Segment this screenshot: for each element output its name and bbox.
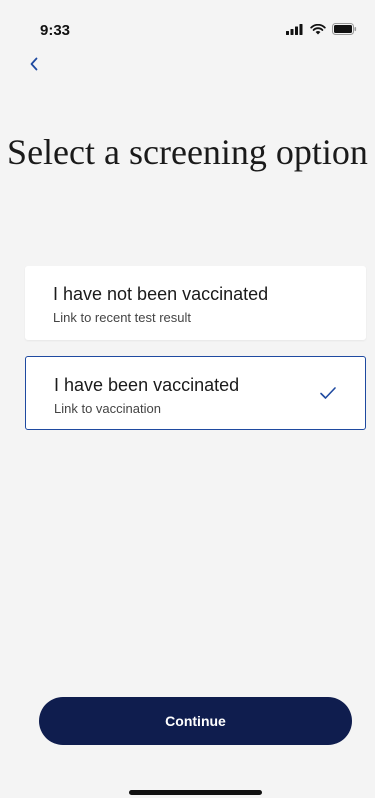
status-bar: 9:33 — [0, 0, 375, 46]
checkmark-icon — [319, 386, 337, 400]
wifi-icon — [310, 22, 326, 40]
option-not-vaccinated[interactable]: I have not been vaccinated Link to recen… — [25, 266, 366, 340]
option-title: I have been vaccinated — [54, 375, 240, 395]
page-title: Select a screening option — [7, 132, 368, 172]
option-title: I have not been vaccinated — [53, 284, 269, 304]
status-time: 9:33 — [40, 22, 71, 39]
continue-button[interactable]: Continue — [39, 697, 352, 745]
home-indicator — [129, 790, 262, 795]
status-icons — [286, 22, 357, 40]
signal-icon — [286, 22, 304, 40]
back-button[interactable] — [22, 54, 46, 78]
battery-icon — [332, 22, 357, 40]
option-subtitle: Link to vaccination — [54, 401, 161, 416]
chevron-left-icon — [29, 57, 39, 76]
option-subtitle: Link to recent test result — [53, 310, 192, 325]
option-vaccinated[interactable]: I have been vaccinated Link to vaccinati… — [25, 356, 366, 430]
